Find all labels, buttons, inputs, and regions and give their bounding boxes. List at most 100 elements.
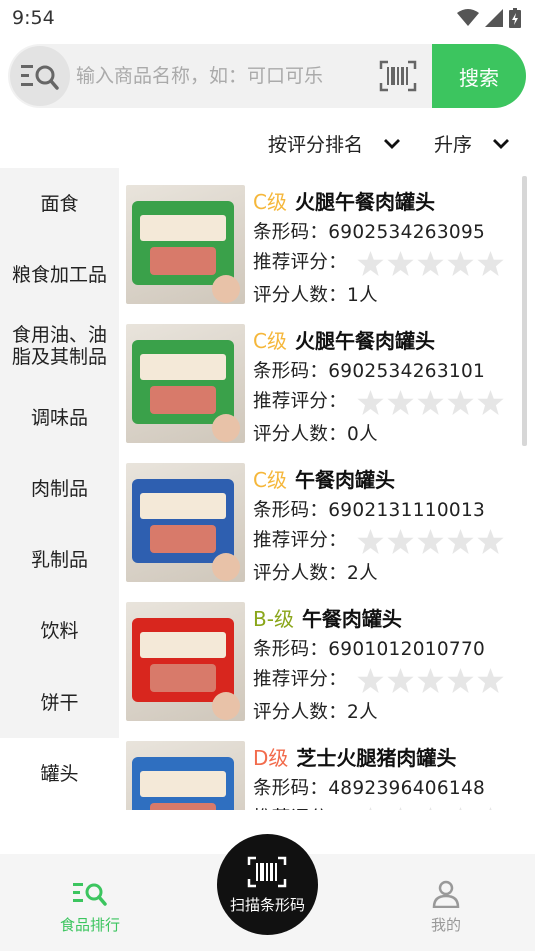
tab-food-ranking[interactable]: 食品排行 — [55, 880, 125, 935]
star-icon — [417, 250, 444, 276]
star-icon — [447, 250, 474, 276]
product-title: B-级 午餐肉罐头 — [253, 603, 402, 632]
barcode-scan-button[interactable] — [378, 58, 418, 94]
list-item[interactable]: D级芝士火腿猪肉罐头条形码：4892396406148推荐评分：评分人数： — [119, 724, 519, 810]
rating-row: 推荐评分： — [253, 387, 504, 415]
barcode-row: 条形码：4892396406148 — [253, 774, 485, 800]
star-icon — [447, 667, 474, 693]
rating-row: 推荐评分： — [253, 804, 504, 810]
barcode-value: 6902534263095 — [328, 222, 486, 243]
product-title: C级 火腿午餐肉罐头 — [253, 186, 435, 215]
star-icon — [489, 806, 492, 810]
list-item[interactable]: C级 午餐肉罐头条形码：6902131110013 推荐评分： 评分人数：2人 — [119, 446, 519, 585]
raters-count: 1人 — [347, 285, 378, 306]
raters-row: 评分人数：2人 — [253, 698, 378, 724]
barcode-row: 条形码：6902131110013 — [253, 496, 485, 522]
product-image[interactable] — [126, 741, 245, 810]
product-image[interactable] — [126, 185, 245, 304]
status-time: 9:54 — [12, 7, 55, 29]
grade-badge: C级 — [253, 190, 287, 214]
product-name: 火腿午餐肉罐头 — [294, 190, 435, 214]
sidebar-item-label: 调味品 — [30, 406, 88, 429]
search-button[interactable]: 搜索 — [432, 44, 526, 108]
raters-row: 评分人数：2人 — [253, 559, 378, 585]
search-bar: 搜索 — [8, 44, 526, 108]
chevron-down-icon — [493, 138, 510, 149]
status-icons — [457, 8, 521, 28]
category-sidebar: 面食 粮食加工品 食用油、油脂及其制品 调味品 肉制品 乳制品 饮料 饼干 罐头 — [0, 168, 119, 810]
list-item[interactable]: B-级 午餐肉罐头 条形码：6901012010770 推荐评分： 评分人数：2人 — [119, 585, 519, 724]
star-icon — [477, 250, 504, 276]
rating-row: 推荐评分： — [253, 526, 504, 554]
status-bar: 9:54 — [0, 0, 535, 36]
sidebar-item-edible-oils[interactable]: 食用油、油脂及其制品 — [0, 311, 119, 382]
sort-by-label: 按评分排名 — [268, 134, 364, 156]
raters-row: 评分人数：1人 — [253, 281, 378, 307]
canned-food-icon — [132, 479, 240, 581]
sidebar-item-biscuits[interactable]: 饼干 — [0, 667, 119, 738]
list-item[interactable]: C级 火腿午餐肉罐头 条形码：6902534263101 推荐评分： 评分人数：0人 — [119, 307, 519, 446]
product-list: C级 火腿午餐肉罐头 条形码：6902534263095 推荐评分： 评分人数：1人 C级… — [119, 168, 529, 810]
sort-by-dropdown[interactable]: 按评分排名 — [268, 130, 401, 157]
product-image[interactable] — [126, 463, 245, 582]
barcode-label: 条形码： — [253, 500, 329, 521]
sidebar-item-canned[interactable]: 罐头 — [0, 738, 119, 810]
barcode-icon — [247, 856, 287, 888]
star-icon — [447, 389, 474, 415]
barcode-row: 条形码：6902534263101 — [253, 357, 485, 383]
product-image[interactable] — [126, 324, 245, 443]
sidebar-item-dairy[interactable]: 乳制品 — [0, 524, 119, 595]
rating-label: 推荐评分： — [253, 530, 348, 551]
sidebar-item-label: 食用油、油脂及其制品 — [11, 324, 107, 369]
star-icon — [369, 806, 372, 810]
sidebar-item-grain-products[interactable]: 粮食加工品 — [0, 239, 119, 310]
star-icon — [387, 667, 414, 693]
rating-label: 推荐评分： — [253, 808, 347, 810]
barcode-value: 4892396406148 — [328, 778, 486, 799]
wifi-icon — [457, 9, 479, 26]
barcode-label: 条形码： — [253, 361, 329, 382]
star-icon — [429, 806, 432, 810]
star-icon — [477, 667, 504, 693]
sidebar-item-label: 饮料 — [40, 620, 79, 643]
sidebar-item-condiments[interactable]: 调味品 — [0, 382, 119, 453]
rating-label: 推荐评分： — [253, 391, 348, 412]
sidebar-item-label: 罐头 — [40, 763, 79, 786]
list-item[interactable]: C级 火腿午餐肉罐头 条形码：6902534263095 推荐评分： 评分人数：1人 — [119, 168, 519, 307]
product-name: 火腿午餐肉罐头 — [294, 329, 435, 353]
list-search-icon — [21, 65, 59, 90]
sort-order-dropdown[interactable]: 升序 — [434, 130, 510, 157]
star-icon — [417, 528, 444, 554]
barcode-row: 条形码：6901012010770 — [253, 635, 485, 661]
sidebar-item-beverages[interactable]: 饮料 — [0, 596, 119, 667]
scan-barcode-button[interactable]: 扫描条形码 — [217, 834, 318, 935]
sidebar-item-label: 饼干 — [40, 691, 79, 714]
scrollbar[interactable] — [522, 176, 527, 446]
product-name: 午餐肉罐头 — [294, 468, 395, 492]
sidebar-item-noodles[interactable]: 面食 — [0, 168, 119, 239]
tab-label: 我的 — [430, 916, 461, 934]
barcode-label: 条形码： — [253, 639, 329, 660]
product-title: D级 芝士火腿猪肉罐头 — [253, 742, 456, 771]
rating-stars — [357, 528, 504, 554]
product-title: C级 午餐肉罐头 — [253, 464, 395, 493]
raters-label: 评分人数： — [253, 285, 348, 306]
search-input[interactable] — [76, 58, 376, 94]
raters-label: 评分人数： — [253, 424, 348, 445]
signal-icon — [485, 9, 503, 27]
barcode-value: 6902534263101 — [328, 361, 486, 382]
sidebar-item-meat-products[interactable]: 肉制品 — [0, 453, 119, 524]
tab-profile[interactable]: 我的 — [416, 880, 476, 935]
star-icon — [387, 250, 414, 276]
star-icon — [357, 528, 384, 554]
product-image[interactable] — [126, 602, 245, 721]
sidebar-item-label: 粮食加工品 — [11, 263, 107, 286]
user-icon — [432, 880, 460, 909]
canned-food-icon — [132, 757, 234, 810]
barcode-value: 6902131110013 — [328, 500, 486, 521]
grade-badge: B-级 — [253, 607, 294, 631]
star-icon — [477, 389, 504, 415]
grade-badge: C级 — [253, 468, 287, 492]
category-search-button[interactable] — [10, 46, 70, 106]
battery-icon — [509, 8, 521, 28]
